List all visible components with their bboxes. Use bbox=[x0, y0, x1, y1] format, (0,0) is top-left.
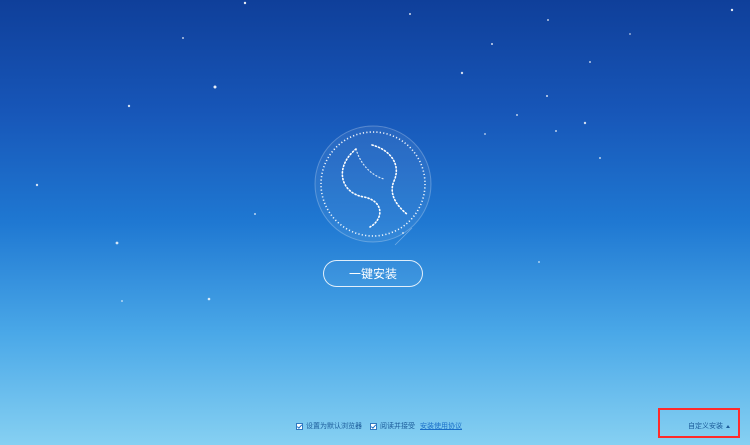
one-click-install-button[interactable]: 一键安装 bbox=[323, 260, 423, 287]
agreement-prefix-label: 阅读并接受 bbox=[380, 422, 415, 430]
agreement-option[interactable]: 阅读并接受 安装使用协议 bbox=[370, 421, 462, 431]
install-options-bar: 设置为默认浏览器 阅读并接受 安装使用协议 bbox=[296, 420, 470, 432]
agreement-link[interactable]: 安装使用协议 bbox=[420, 421, 462, 431]
sogou-logo-icon bbox=[314, 125, 432, 243]
default-browser-label: 设置为默认浏览器 bbox=[306, 422, 362, 430]
agreement-checkbox[interactable] bbox=[370, 422, 377, 430]
default-browser-option[interactable]: 设置为默认浏览器 bbox=[296, 421, 362, 431]
installer-window: 一键安装 设置为默认浏览器 阅读并接受 安装使用协议 自定义安装 bbox=[0, 0, 750, 445]
checkmark-icon bbox=[296, 423, 303, 429]
default-browser-checkbox[interactable] bbox=[296, 422, 303, 430]
custom-install-label: 自定义安装 bbox=[688, 422, 723, 430]
custom-install-button[interactable]: 自定义安装 bbox=[688, 421, 730, 431]
checkmark-icon bbox=[370, 423, 377, 429]
caret-up-icon bbox=[726, 424, 730, 428]
